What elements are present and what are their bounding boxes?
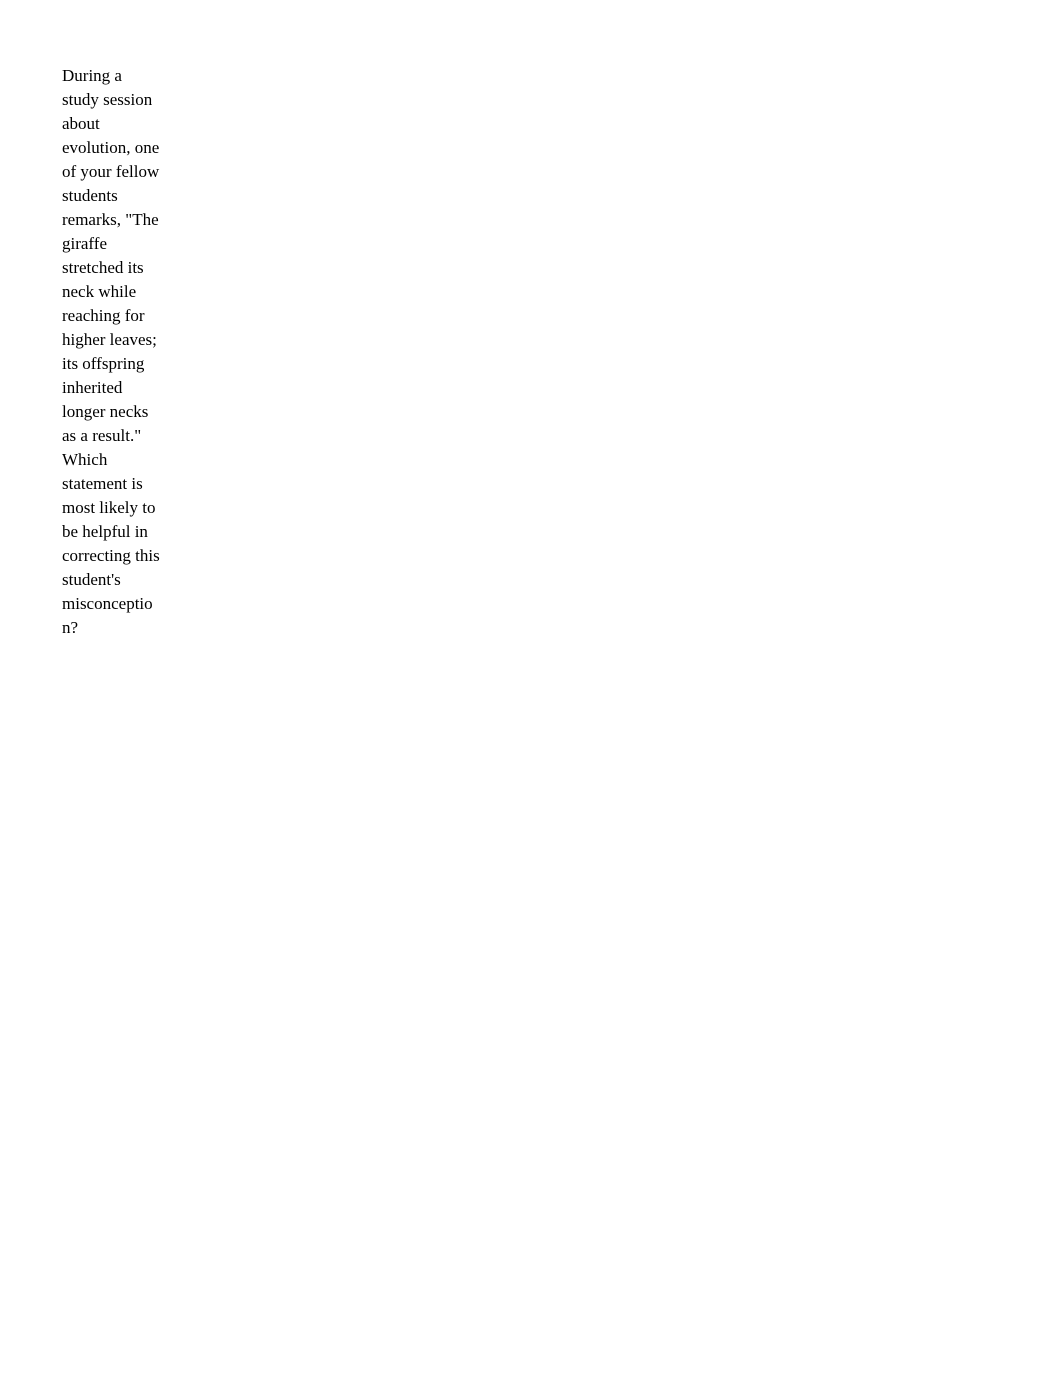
- question-block: During a study session about evolution, …: [62, 64, 161, 640]
- question-prompt-text: During a study session about evolution, …: [62, 66, 160, 637]
- document-page: During a study session about evolution, …: [0, 0, 1062, 1376]
